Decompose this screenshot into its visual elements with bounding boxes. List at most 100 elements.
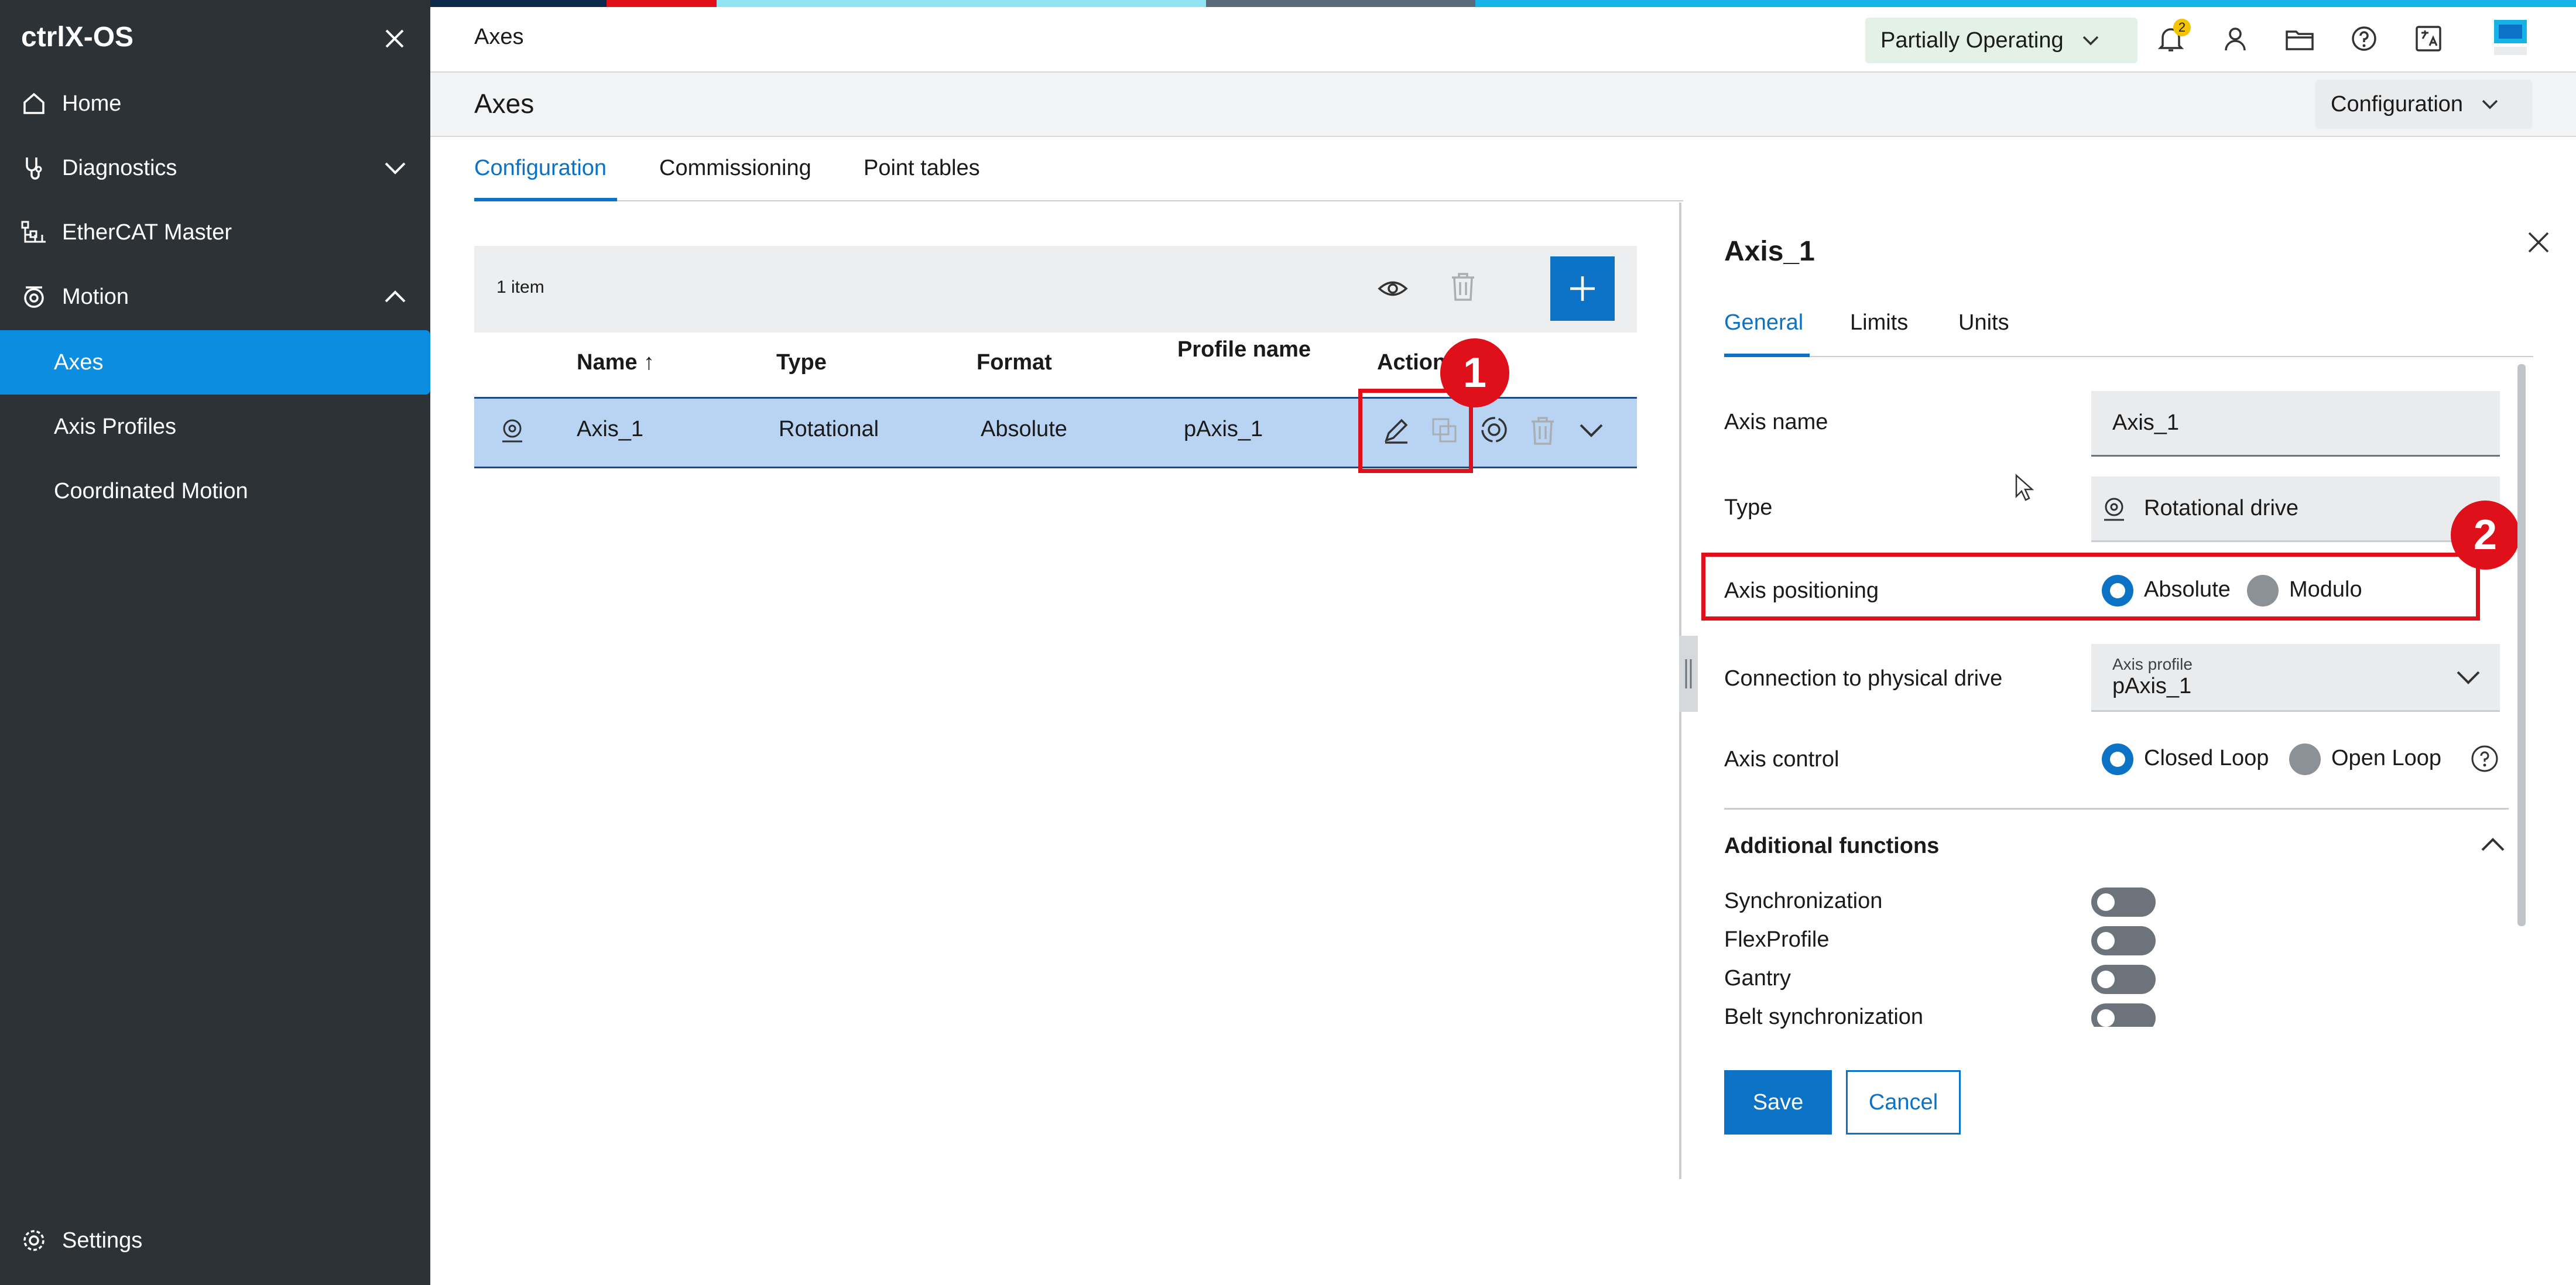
function-label-synchronization: Synchronization (1724, 889, 1883, 913)
radio-closed-loop[interactable] (2102, 743, 2133, 775)
connection-label: Connection to physical drive (1724, 666, 2003, 691)
axis-profile-select[interactable]: Axis profile pAxis_1 (2091, 644, 2500, 712)
panel-tab-divider (1724, 356, 2533, 357)
panel-scrollbar[interactable] (2517, 364, 2526, 926)
axis-name-input[interactable]: Axis_1 (2091, 391, 2500, 457)
panel-tab-limits[interactable]: Limits (1850, 310, 1908, 335)
add-axis-button[interactable] (1550, 256, 1615, 321)
page-title: Axes (474, 88, 535, 119)
view-select-dropdown[interactable]: Configuration (2315, 80, 2532, 129)
resize-handle[interactable] (1679, 636, 1698, 712)
annotation-badge-1: 1 (1440, 338, 1509, 407)
language-icon[interactable] (2412, 22, 2445, 55)
rotational-axis-icon (498, 416, 527, 445)
expand-row-chevron-icon[interactable] (1578, 420, 1604, 441)
toggle-belt-synchronization[interactable] (2091, 1003, 2156, 1027)
brand-stripe-cyan (1475, 0, 2576, 7)
chevron-down-icon (2481, 95, 2499, 114)
toggle-gantry[interactable] (2091, 965, 2156, 994)
sidebar-item-label: EtherCAT Master (62, 220, 232, 245)
help-circle-icon[interactable] (2469, 743, 2500, 774)
system-status-dropdown[interactable]: Partially Operating (1865, 18, 2137, 63)
brand-stripe-light (717, 0, 1206, 7)
chevron-down-icon (383, 156, 407, 180)
annotation-badge-2: 2 (2451, 501, 2520, 570)
network-icon (18, 216, 50, 249)
sidebar-item-label: Settings (62, 1228, 143, 1253)
toggle-flexprofile[interactable] (2091, 926, 2156, 955)
breadcrumb: Axes (474, 25, 524, 49)
sidebar-item-label: Diagnostics (62, 155, 177, 180)
tab-divider (474, 200, 1683, 201)
plus-icon (1570, 276, 1595, 301)
brand-stripe-gray (1206, 0, 1475, 7)
sidebar-item-coordinated-motion[interactable]: Coordinated Motion (0, 459, 430, 523)
function-label-belt-synchronization: Belt synchronization (1724, 1005, 1924, 1029)
gear-icon (18, 1224, 50, 1257)
user-icon[interactable] (2219, 22, 2252, 55)
axis-control-label: Axis control (1724, 747, 1839, 772)
column-header-name[interactable]: Name ↑ (577, 350, 655, 375)
cell-type: Rotational (779, 417, 879, 441)
folder-icon[interactable] (2283, 22, 2316, 55)
sidebar-item-label: Home (62, 91, 122, 116)
column-header-actions: Action (1377, 350, 1447, 375)
cancel-button[interactable]: Cancel (1846, 1070, 1961, 1135)
commission-axis-icon[interactable] (1479, 414, 1509, 445)
delete-all-trash-icon[interactable] (1450, 272, 1477, 302)
tab-configuration[interactable]: Configuration (474, 156, 607, 181)
radio-closed-loop-label[interactable]: Closed Loop (2144, 746, 2269, 771)
toggle-synchronization[interactable] (2091, 887, 2156, 917)
tab-commissioning[interactable]: Commissioning (659, 156, 811, 181)
panel-title: Axis_1 (1724, 236, 1815, 267)
mouse-cursor-icon (2014, 473, 2034, 501)
function-label-gantry: Gantry (1724, 966, 1791, 991)
sidebar-item-axes[interactable]: Axes (0, 330, 430, 395)
column-header-format[interactable]: Format (977, 350, 1052, 375)
delete-row-trash-icon[interactable] (1529, 416, 1556, 446)
sidebar-item-label: Motion (62, 284, 129, 309)
device-logo-icon[interactable] (2489, 18, 2532, 60)
sidebar: ctrlX-OS Home Diagnostics EtherCAT Maste… (0, 0, 430, 1285)
panel-tab-general[interactable]: General (1724, 310, 1803, 335)
save-button[interactable]: Save (1724, 1070, 1832, 1135)
sidebar-item-ethercat-master[interactable]: EtherCAT Master (0, 200, 430, 265)
sidebar-item-label: Axis Profiles (54, 414, 177, 439)
cell-name: Axis_1 (577, 417, 644, 441)
eye-icon[interactable] (1377, 274, 1409, 303)
sidebar-item-diagnostics[interactable]: Diagnostics (0, 136, 430, 200)
chevron-down-icon (2455, 667, 2481, 688)
close-panel-icon[interactable] (2526, 229, 2551, 255)
sidebar-item-motion[interactable]: Motion (0, 265, 430, 329)
annotation-box-2 (1701, 553, 2480, 621)
sidebar-item-axis-profiles[interactable]: Axis Profiles (0, 395, 430, 459)
section-divider (1724, 808, 2509, 810)
collapse-section-chevron-icon[interactable] (2480, 834, 2506, 855)
radio-open-loop[interactable] (2289, 743, 2321, 775)
close-sidebar-icon[interactable] (382, 26, 407, 52)
brand-logo: ctrlX-OS (21, 22, 134, 53)
function-label-flexprofile: FlexProfile (1724, 927, 1830, 952)
brand-stripe-red (607, 0, 717, 7)
view-select-label: Configuration (2331, 91, 2464, 116)
rotational-drive-icon (2099, 494, 2129, 523)
sidebar-item-home[interactable]: Home (0, 71, 430, 136)
panel-tab-units[interactable]: Units (1958, 310, 2009, 335)
sidebar-item-settings[interactable]: Settings (0, 1208, 430, 1273)
type-label: Type (1724, 495, 1773, 520)
radio-open-loop-label[interactable]: Open Loop (2331, 746, 2441, 771)
panel-active-tab-indicator (1724, 354, 1810, 357)
cell-format: Absolute (981, 417, 1067, 441)
home-icon (18, 87, 50, 120)
sidebar-item-label: Coordinated Motion (54, 478, 248, 503)
notification-count-badge: 2 (2173, 19, 2191, 36)
axis-profile-caption: Axis profile (2112, 655, 2193, 673)
active-tab-indicator (474, 198, 617, 201)
axis-name-label: Axis name (1724, 410, 1828, 434)
column-header-type[interactable]: Type (776, 350, 827, 375)
status-label: Partially Operating (1880, 28, 2064, 53)
column-header-profile-name[interactable]: Profile name (1177, 334, 1311, 365)
sidebar-item-label: Axes (54, 349, 104, 375)
help-icon[interactable] (2348, 22, 2380, 55)
tab-point-tables[interactable]: Point tables (864, 156, 980, 181)
